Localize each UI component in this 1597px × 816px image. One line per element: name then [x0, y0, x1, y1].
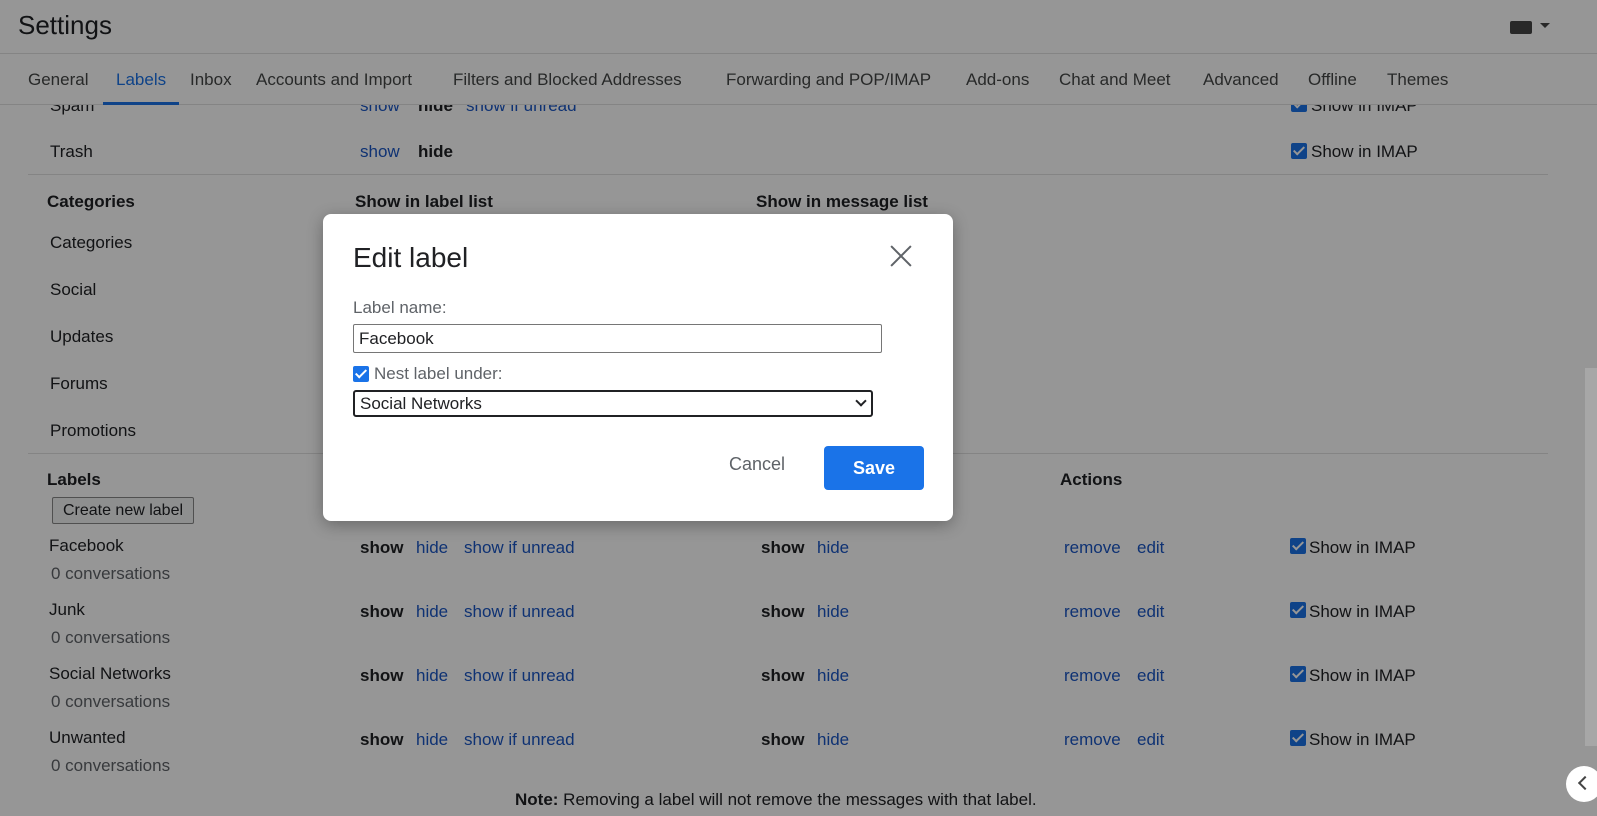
- label-name-caption: Label name:: [353, 298, 447, 317]
- chevron-left-icon: [1577, 775, 1593, 791]
- close-icon[interactable]: [887, 242, 915, 270]
- cancel-button[interactable]: Cancel: [713, 442, 801, 486]
- chevron-down-icon: [855, 395, 867, 407]
- save-button[interactable]: Save: [824, 446, 924, 490]
- dialog-title: Edit label: [353, 242, 469, 273]
- settings-page: Spam show hide show if unread Show in IM…: [0, 0, 1597, 816]
- parent-label-selected: Social Networks: [360, 394, 482, 413]
- scrollbar[interactable]: [1585, 368, 1597, 746]
- nest-label-checkbox[interactable]: [353, 366, 369, 382]
- parent-label-select[interactable]: Social Networks: [353, 390, 873, 417]
- edit-label-dialog: Edit label Label name: Nest label under:…: [323, 214, 953, 521]
- side-panel-toggle[interactable]: [1566, 766, 1597, 802]
- nest-label-caption: Nest label under:: [374, 364, 503, 383]
- label-name-input[interactable]: [353, 324, 882, 353]
